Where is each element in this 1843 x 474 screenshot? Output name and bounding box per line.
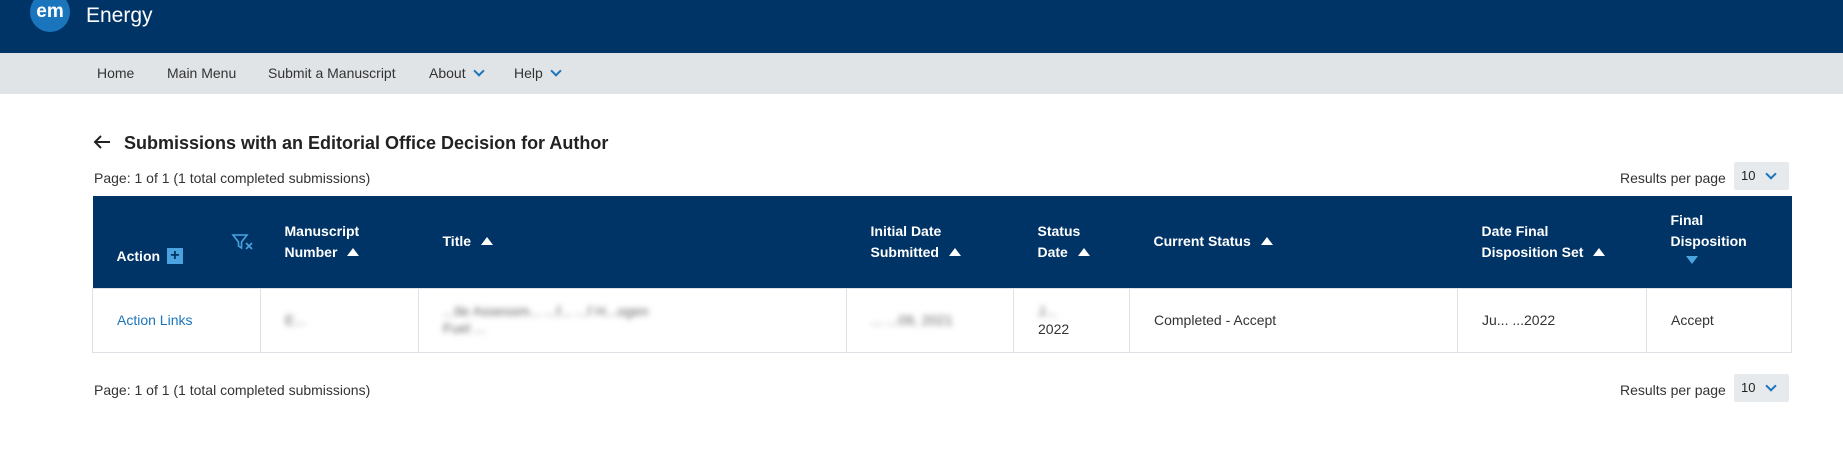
sort-asc-icon[interactable]	[481, 237, 494, 246]
col-current-status-label: Current Status	[1153, 233, 1251, 250]
current-status-value: Completed - Accept	[1154, 312, 1277, 328]
col-manuscript-label-1: Manuscript	[284, 222, 360, 239]
nav-main-menu-label: Main Menu	[167, 65, 237, 81]
nav-home-label: Home	[97, 65, 135, 81]
col-header-date-final[interactable]: Date Final Disposition Set	[1458, 196, 1647, 288]
submissions-table: Action + Manuscript Number Title Initial…	[92, 196, 1792, 353]
nav-help-label: Help	[514, 65, 543, 81]
col-header-manuscript-number[interactable]: Manuscript Number	[261, 196, 419, 288]
nav-main-menu[interactable]: Main Menu	[167, 53, 236, 94]
col-final-disposition-label-2: Disposition	[1670, 232, 1747, 249]
results-per-page-value: 10	[1741, 168, 1756, 183]
date-final-value: Ju... ...2022	[1482, 312, 1556, 328]
cell-date-final: Ju... ...2022	[1457, 287, 1647, 353]
sort-asc-icon[interactable]	[1593, 247, 1606, 256]
col-status-date-label-2: Date	[1037, 243, 1068, 260]
cell-initial-date: ... ...09, 2021	[846, 287, 1014, 353]
col-date-final-label-1: Date Final	[1481, 222, 1549, 239]
sort-asc-icon[interactable]	[1260, 237, 1273, 246]
table-header-row: Action + Manuscript Number Title Initial…	[92, 196, 1792, 288]
title-value-line1: ...tle Assessm... ...f... ...f H...ogen	[443, 303, 649, 319]
col-header-action: Action +	[93, 196, 261, 288]
clear-filter-icon[interactable]	[230, 232, 255, 252]
pager-text-top: Page: 1 of 1 (1 total completed submissi…	[94, 170, 371, 186]
action-links-link[interactable]: Action Links	[117, 312, 192, 328]
table-row: Action Links E... ...tle Assessm... ...f…	[92, 287, 1792, 353]
expand-plus-icon[interactable]: +	[166, 248, 183, 265]
status-date-value-line2: 2022	[1038, 321, 1070, 337]
nav-about-label: About	[429, 65, 466, 81]
title-value-line2: Fuel ...	[443, 320, 486, 336]
results-per-page-label-top: Results per page	[1620, 170, 1726, 186]
manuscript-number-value: E...	[285, 312, 307, 328]
col-date-final-label-2: Disposition Set	[1481, 243, 1584, 260]
nav-submit-manuscript-label: Submit a Manuscript	[268, 65, 396, 81]
results-per-page-label-bottom: Results per page	[1620, 382, 1726, 398]
status-date-value-line1: J...	[1038, 303, 1057, 319]
nav-home[interactable]: Home	[97, 53, 134, 94]
app-name: Energy	[86, 4, 153, 27]
chevron-down-icon	[472, 65, 485, 77]
sort-asc-icon[interactable]	[948, 247, 961, 256]
results-per-page-select-top[interactable]: 10	[1734, 162, 1789, 190]
cell-action: Action Links	[92, 287, 261, 353]
back-arrow-icon[interactable]	[92, 132, 112, 152]
results-per-page-select-bottom[interactable]: 10	[1734, 374, 1789, 402]
sort-asc-icon[interactable]	[347, 247, 360, 256]
col-title-label: Title	[442, 233, 472, 250]
main-nav: Home Main Menu Submit a Manuscript About…	[0, 53, 1843, 94]
chevron-down-icon	[550, 65, 562, 77]
top-header: em Energy	[0, 0, 1843, 53]
col-initial-date-label-1: Initial Date	[870, 222, 942, 239]
col-header-status-date[interactable]: Status Date	[1014, 196, 1130, 288]
sort-desc-icon[interactable]	[1685, 255, 1698, 264]
col-header-initial-date[interactable]: Initial Date Submitted	[847, 196, 1014, 288]
cell-current-status: Completed - Accept	[1129, 287, 1458, 353]
sort-asc-icon[interactable]	[1077, 247, 1090, 256]
col-header-title[interactable]: Title	[419, 196, 847, 288]
results-per-page-value: 10	[1741, 380, 1756, 395]
col-manuscript-label-2: Number	[284, 243, 338, 260]
col-header-current-status[interactable]: Current Status	[1130, 196, 1458, 288]
col-final-disposition-label-1: Final	[1670, 211, 1704, 228]
cell-status-date: J... 2022	[1013, 287, 1130, 353]
final-disposition-value: Accept	[1671, 312, 1714, 328]
cell-manuscript-number: E...	[260, 287, 419, 353]
nav-about[interactable]: About	[429, 53, 485, 94]
chevron-down-icon	[1765, 168, 1777, 180]
col-action-label: Action	[116, 248, 161, 265]
cell-title: ...tle Assessm... ...f... ...f H...ogen …	[418, 287, 847, 353]
col-header-final-disposition[interactable]: Final Disposition	[1647, 196, 1792, 288]
initial-date-value: ... ...09, 2021	[871, 312, 953, 328]
pager-text-bottom: Page: 1 of 1 (1 total completed submissi…	[94, 382, 371, 398]
em-logo[interactable]: em	[30, 0, 70, 32]
cell-final-disposition: Accept	[1646, 287, 1792, 353]
page-title: Submissions with an Editorial Office Dec…	[124, 133, 609, 153]
chevron-down-icon	[1765, 380, 1777, 392]
col-status-date-label-1: Status	[1037, 222, 1081, 239]
col-initial-date-label-2: Submitted	[870, 243, 939, 260]
nav-help[interactable]: Help	[514, 53, 562, 94]
nav-submit-manuscript[interactable]: Submit a Manuscript	[268, 53, 396, 94]
